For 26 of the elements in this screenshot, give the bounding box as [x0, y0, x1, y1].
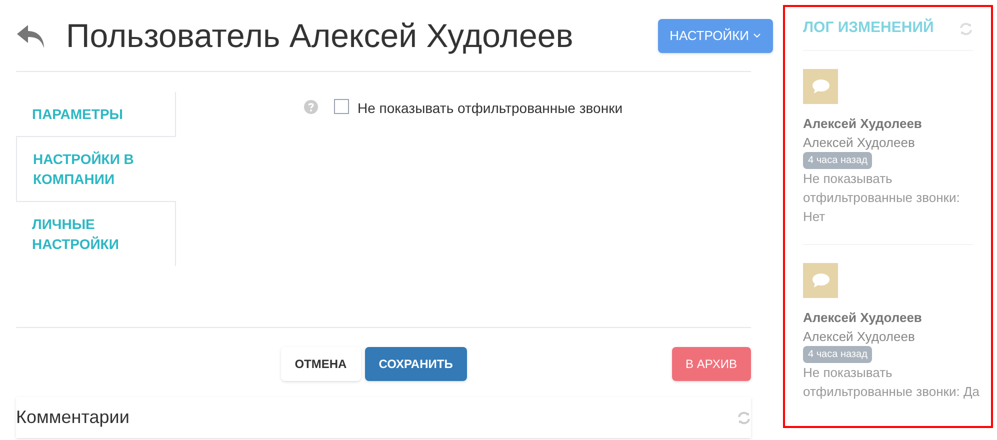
change-text: Не показывать отфильтрованные звонки: Да	[803, 364, 980, 401]
back-icon[interactable]	[16, 22, 46, 48]
comment-icon	[803, 263, 838, 298]
time-badge: 4 часа назад	[803, 152, 872, 169]
changelog-title: ЛОГ ИЗМЕНЕНИЙ	[803, 17, 934, 38]
tab[interactable]: НАСТРОЙКИ В КОМПАНИИ	[16, 136, 176, 202]
comment-icon	[803, 69, 838, 104]
user-name: Алексей Худолеев	[803, 328, 915, 346]
help-icon[interactable]	[304, 100, 318, 114]
user-name: Алексей Худолеев	[803, 134, 915, 152]
author-name: Алексей Худолеев	[803, 309, 922, 327]
page-title: Пользователь Алексей Худолеев	[66, 16, 574, 56]
time-badge: 4 часа назад	[803, 346, 872, 363]
refresh-icon[interactable]	[959, 22, 973, 36]
cancel-button[interactable]: ОТМЕНА	[280, 347, 361, 381]
author-name: Алексей Худолеев	[803, 115, 922, 133]
refresh-icon[interactable]	[737, 410, 751, 424]
save-button[interactable]: СОХРАНИТЬ	[364, 347, 467, 381]
tab[interactable]: ЛИЧНЫЕ НАСТРОЙКИ	[16, 202, 176, 266]
comments-title: Комментарии	[16, 406, 130, 429]
caret-icon	[753, 33, 761, 38]
checkbox[interactable]	[334, 99, 350, 114]
settings-button[interactable]: НАСТРОЙКИ	[658, 18, 773, 52]
checkbox-label: Не показывать отфильтрованные звонки	[357, 99, 623, 118]
archive-button[interactable]: В АРХИВ	[672, 347, 751, 381]
change-text: Не показывать отфильтрованные звонки: Нет	[803, 170, 961, 226]
